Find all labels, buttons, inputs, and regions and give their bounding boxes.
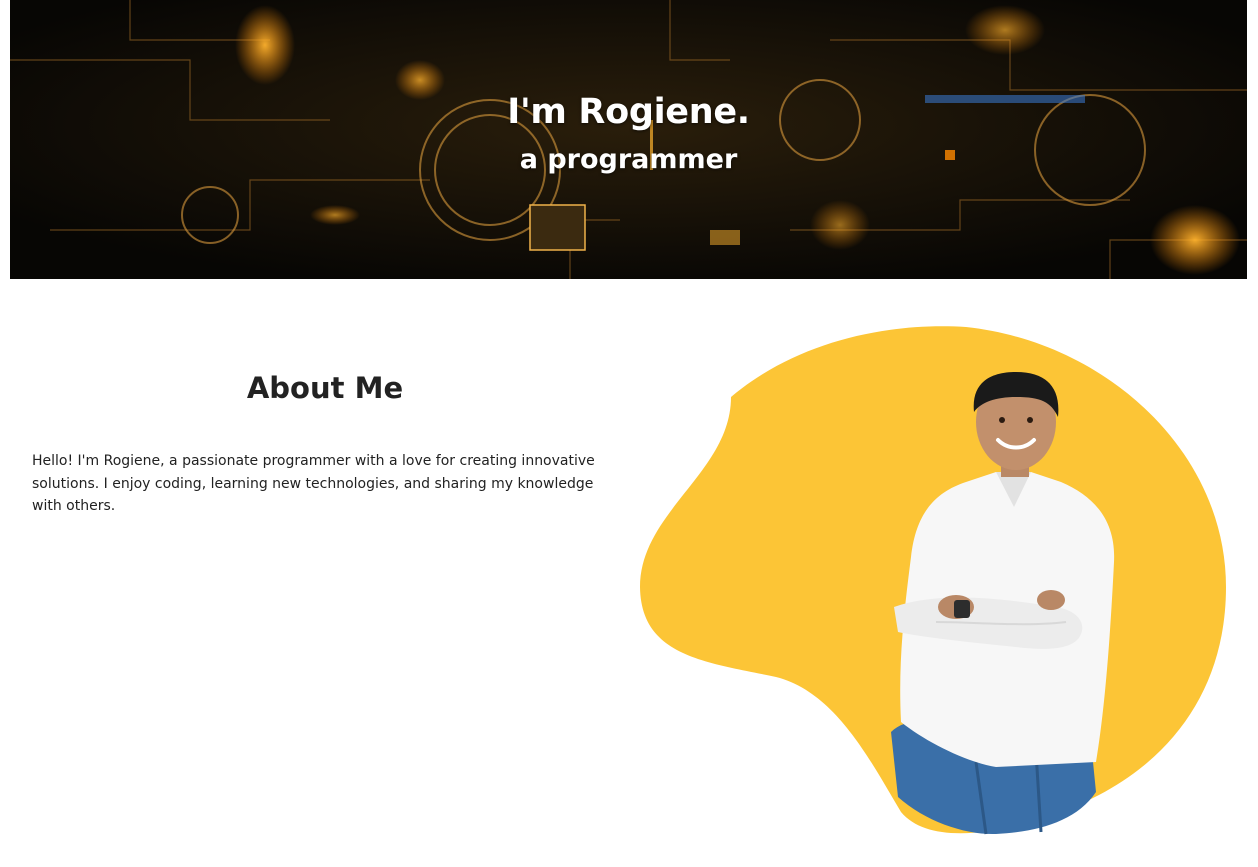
about-heading: About Me xyxy=(246,371,404,405)
circuit-background-image xyxy=(10,0,1247,279)
hero-banner: I'm Rogiene. a programmer xyxy=(10,0,1247,279)
hero-title: I'm Rogiene. xyxy=(507,92,750,132)
hero-subtitle: a programmer xyxy=(519,144,738,175)
about-paragraph: Hello! I'm Rogiene, a passionate program… xyxy=(32,453,595,514)
profile-photo xyxy=(640,326,1226,835)
